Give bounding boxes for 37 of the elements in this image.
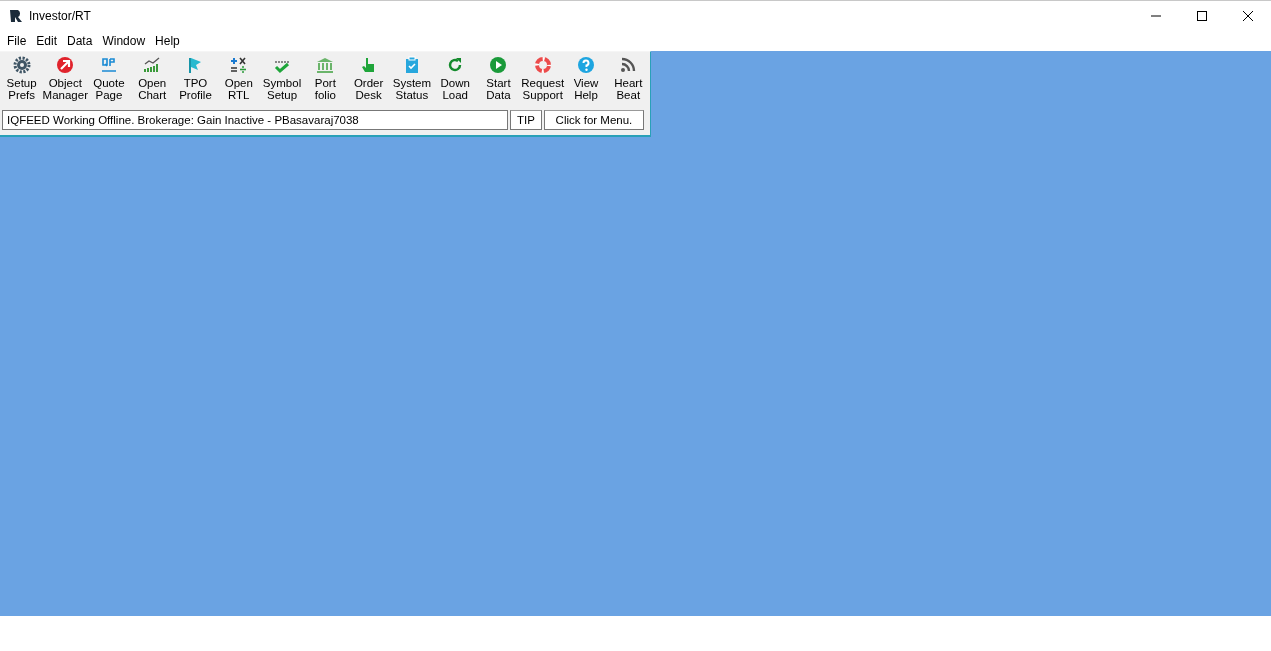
toolbar-button[interactable]: Open Chart xyxy=(130,56,174,108)
lifebuoy-icon xyxy=(533,56,552,74)
menu-item[interactable]: Edit xyxy=(31,33,63,48)
tip-button[interactable]: TIP xyxy=(510,110,542,130)
close-icon xyxy=(1242,9,1254,22)
maximize-icon xyxy=(1196,9,1208,22)
toolbar-button[interactable]: TPO Profile xyxy=(173,56,218,108)
status-message: IQFEED Working Offline. Brokerage: Gain Inactive - PBasavaraj7038 xyxy=(2,110,508,130)
help-icon xyxy=(577,56,595,74)
toolbar-button[interactable]: Port folio xyxy=(303,56,347,108)
menu-item[interactable]: Data xyxy=(62,33,98,48)
math-symbols-icon xyxy=(229,56,248,74)
qp-icon xyxy=(99,56,118,74)
bar-chart-icon xyxy=(143,56,162,74)
toolbar-button[interactable]: Down Load xyxy=(433,56,477,108)
menu-item[interactable]: File xyxy=(2,33,32,48)
toolbar-button[interactable]: Setup Prefs xyxy=(0,56,44,108)
toolbar-button[interactable]: Start Data xyxy=(476,56,521,108)
toolbar-button[interactable]: System Status xyxy=(390,56,434,108)
app-logo-icon xyxy=(9,8,23,23)
play-icon xyxy=(489,56,508,74)
window-title: Investor/RT xyxy=(29,8,91,23)
toolbar-button[interactable]: Request Support xyxy=(520,56,566,108)
toolbar-button[interactable]: Quote Page xyxy=(87,56,131,108)
toolbar-button[interactable]: Heart Beat xyxy=(606,56,650,108)
rss-icon xyxy=(619,56,638,74)
menu-item[interactable]: Window xyxy=(97,33,151,48)
toolbar-button[interactable]: View Help xyxy=(565,56,607,108)
toolbar-button[interactable]: Open RTL xyxy=(217,56,261,108)
menu-button[interactable]: Click for Menu. xyxy=(543,110,644,130)
gear-icon xyxy=(12,56,31,74)
toolbar-button[interactable]: Order Desk xyxy=(346,56,391,108)
toolbar-button[interactable]: Object Manager xyxy=(43,56,88,108)
toolbar-button[interactable]: Symbol Setup xyxy=(260,56,304,108)
bank-icon xyxy=(316,56,335,74)
menu-item[interactable]: Help xyxy=(150,33,185,48)
arrow-circle-icon xyxy=(56,56,75,74)
